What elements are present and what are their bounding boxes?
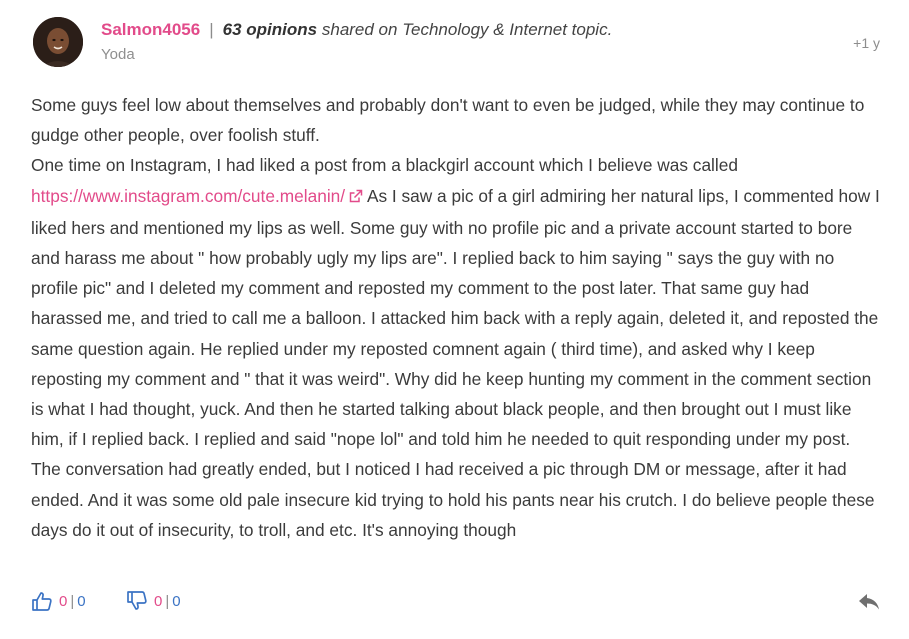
author-subtitle: Yoda — [101, 46, 135, 63]
downvote-count-a: 0 — [154, 592, 163, 610]
separator: | — [209, 20, 214, 39]
post-paragraph-2: One time on Instagram, I had liked a pos… — [31, 150, 881, 545]
reply-button[interactable] — [857, 592, 881, 617]
upvote-count-sep: | — [70, 592, 75, 610]
avatar[interactable] — [33, 17, 83, 67]
thumbs-up-icon — [31, 590, 53, 612]
upvote-count: 0 | 0 — [59, 593, 86, 610]
upvote-count-b: 0 — [77, 592, 86, 610]
thumbs-down-icon — [126, 590, 148, 612]
timestamp: +1 y — [853, 35, 880, 51]
external-link-icon[interactable] — [348, 183, 363, 213]
instagram-link[interactable]: https://www.instagram.com/cute.melanin/ — [31, 186, 345, 206]
downvote-button[interactable]: 0 | 0 — [126, 590, 181, 612]
opinions-count: 63 opinions — [222, 20, 318, 39]
username-link[interactable]: Salmon4056 — [101, 20, 200, 39]
avatar-image — [33, 17, 83, 67]
downvote-count-b: 0 — [172, 592, 181, 610]
post-text-after-link: As I saw a pic of a girl admiring her na… — [31, 185, 880, 540]
upvote-count-a: 0 — [59, 592, 68, 610]
post-body: Some guys feel low about themselves and … — [31, 90, 881, 545]
upvote-button[interactable]: 0 | 0 — [31, 590, 86, 612]
author-line: Salmon4056 | 63 opinions shared on Technol… — [101, 19, 612, 41]
opinion-card: Salmon4056 | 63 opinions shared on Technol… — [0, 0, 909, 639]
downvote-count-sep: | — [165, 592, 170, 610]
reply-icon — [857, 594, 881, 616]
downvote-count: 0 | 0 — [154, 593, 181, 610]
shared-topic-text: shared on Technology & Internet topic. — [321, 20, 613, 39]
post-text-before-link: One time on Instagram, I had liked a pos… — [31, 155, 738, 176]
post-footer: 0 | 0 0 | 0 — [31, 590, 881, 618]
post-paragraph-1: Some guys feel low about themselves and … — [31, 95, 865, 146]
